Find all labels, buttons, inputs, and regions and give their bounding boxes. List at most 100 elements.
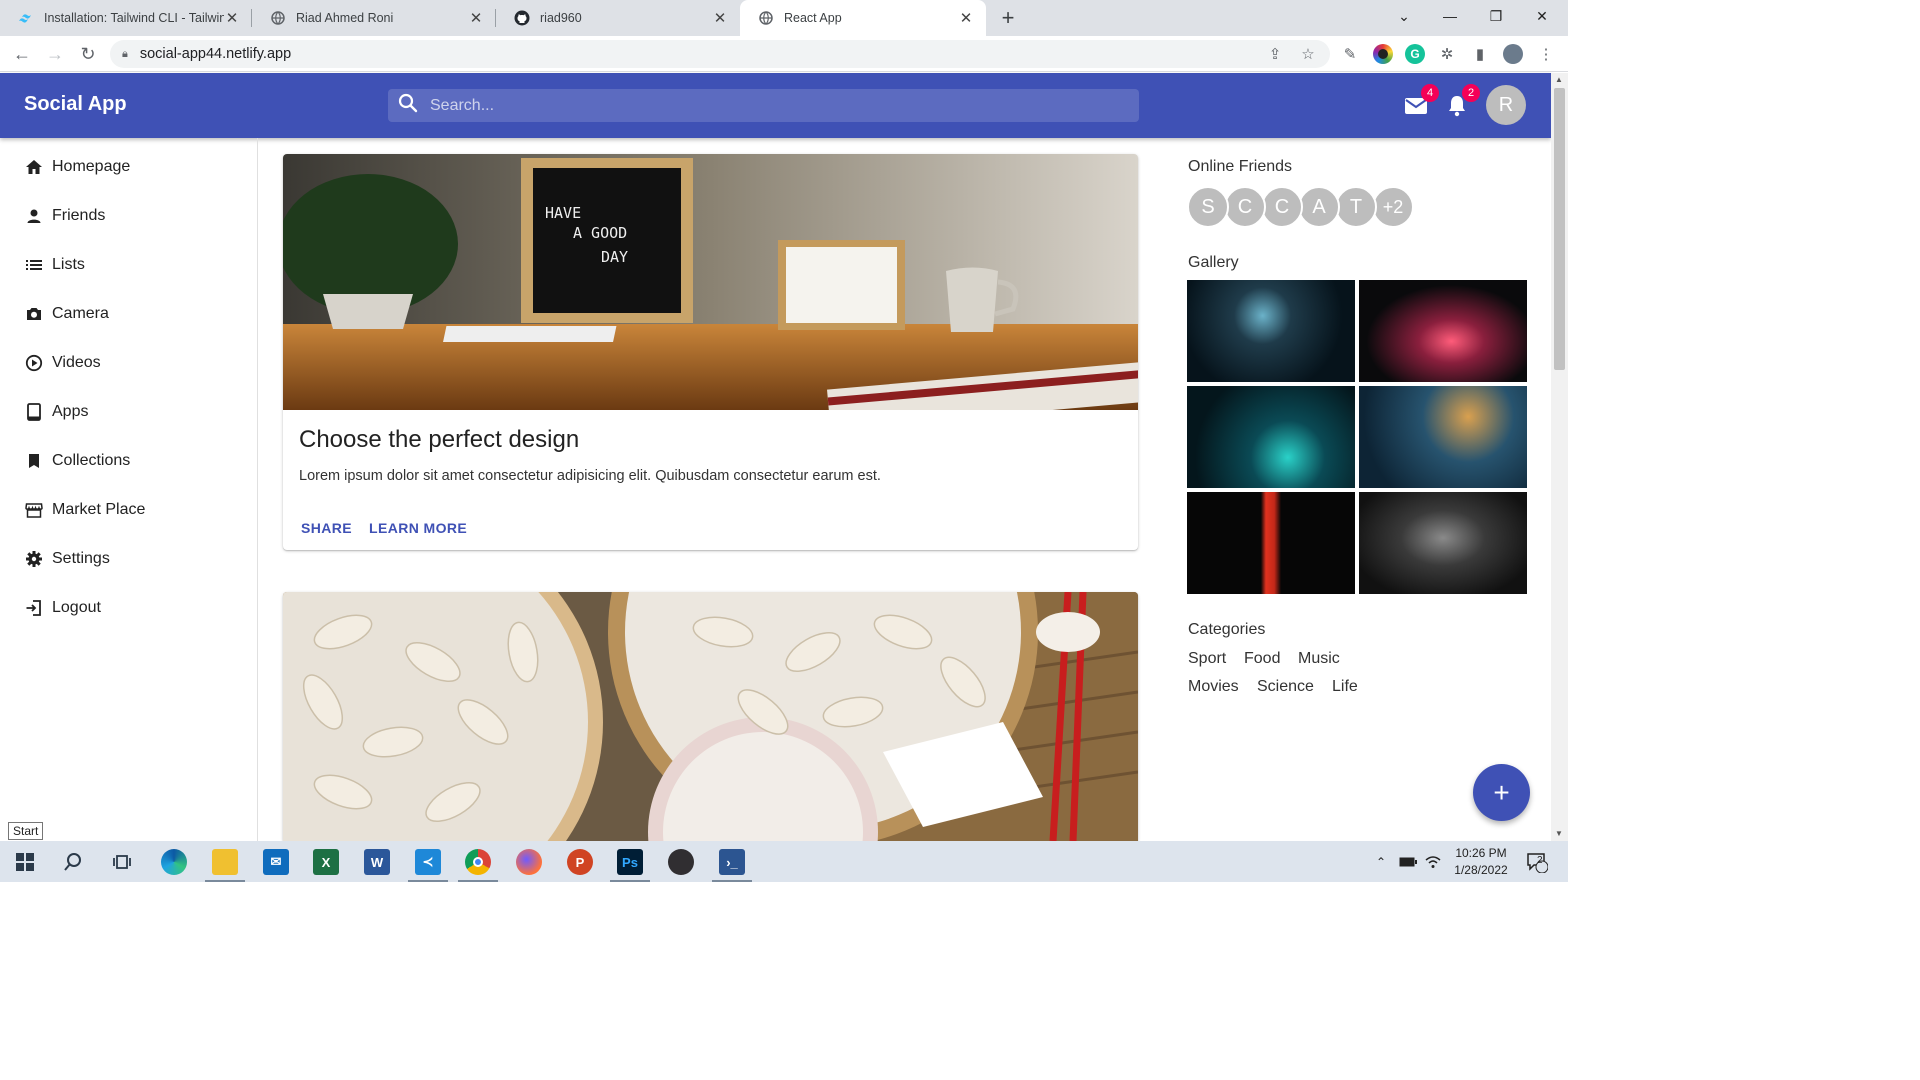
- powershell-icon[interactable]: ›_: [719, 849, 745, 875]
- page-scrollbar[interactable]: ▲ ▼: [1551, 73, 1568, 841]
- excel-icon[interactable]: X: [313, 849, 339, 875]
- post-image: [283, 592, 1138, 841]
- letterboard-line-3: DAY: [601, 248, 628, 266]
- sidebar-item-homepage[interactable]: Homepage: [24, 153, 130, 181]
- window-close-icon[interactable]: ✕: [1519, 0, 1565, 32]
- tab-title: Installation: Tailwind CLI - Tailwind: [44, 11, 224, 25]
- color-picker-extension-icon[interactable]: [1373, 44, 1393, 64]
- bookmark-star-icon[interactable]: ☆: [1298, 44, 1318, 64]
- browser-tab-tailwind[interactable]: Installation: Tailwind CLI - Tailwind ✕: [0, 0, 252, 36]
- reload-icon[interactable]: ↻: [76, 42, 100, 66]
- letterboard-line-1: HAVE: [545, 204, 581, 222]
- menu-dots-icon[interactable]: ⋮: [1536, 44, 1556, 64]
- forward-icon[interactable]: →: [43, 42, 67, 66]
- avatar[interactable]: S: [1187, 186, 1229, 228]
- sidebar-item-label: Lists: [52, 256, 85, 273]
- storefront-icon: [24, 500, 44, 520]
- brand-title[interactable]: Social App: [24, 93, 127, 116]
- eyedropper-icon[interactable]: ✎: [1340, 44, 1360, 64]
- vscode-icon[interactable]: ≺: [415, 849, 441, 875]
- new-tab-icon[interactable]: +: [996, 5, 1020, 30]
- scroll-up-icon[interactable]: ▲: [1555, 75, 1563, 84]
- category-link[interactable]: Food: [1244, 650, 1280, 668]
- close-icon[interactable]: ✕: [958, 10, 974, 27]
- wifi-icon[interactable]: [1425, 841, 1441, 882]
- learn-more-button[interactable]: LEARN MORE: [363, 516, 473, 540]
- minimize-icon[interactable]: —: [1427, 0, 1473, 32]
- obs-icon[interactable]: [668, 849, 694, 875]
- browser-tab-riad[interactable]: Riad Ahmed Roni ✕: [252, 0, 496, 36]
- gallery-image[interactable]: [1359, 386, 1527, 488]
- side-panel-icon[interactable]: ▮: [1470, 44, 1490, 64]
- gallery-image[interactable]: [1359, 492, 1527, 594]
- gallery-image[interactable]: [1187, 492, 1355, 594]
- photoshop-label: Ps: [622, 854, 638, 870]
- windows-start-icon[interactable]: [12, 849, 38, 875]
- scroll-down-icon[interactable]: ▼: [1555, 829, 1563, 838]
- back-icon[interactable]: ←: [10, 42, 34, 66]
- photoshop-icon[interactable]: Ps: [617, 849, 643, 875]
- sidebar-item-lists[interactable]: Lists: [24, 251, 85, 279]
- firefox-icon[interactable]: [516, 849, 542, 875]
- mail-icon[interactable]: ✉: [263, 849, 289, 875]
- battery-icon[interactable]: [1399, 841, 1417, 882]
- sidebar-item-apps[interactable]: Apps: [24, 398, 88, 426]
- sidebar-item-logout[interactable]: Logout: [24, 594, 101, 622]
- profile-avatar-icon[interactable]: [1503, 44, 1523, 64]
- post-body: Lorem ipsum dolor sit amet consectetur a…: [299, 468, 881, 484]
- category-link[interactable]: Life: [1332, 678, 1358, 696]
- gallery-image[interactable]: [1187, 280, 1355, 382]
- sidebar-item-label: Logout: [52, 599, 101, 616]
- browser-tab-github[interactable]: riad960 ✕: [496, 0, 740, 36]
- gallery-image[interactable]: [1359, 280, 1527, 382]
- sidebar-item-settings[interactable]: Settings: [24, 545, 110, 573]
- tab-search-icon[interactable]: ⌄: [1381, 0, 1427, 32]
- action-center-icon[interactable]: 2: [1526, 841, 1548, 882]
- avatar[interactable]: A: [1298, 186, 1340, 228]
- category-link[interactable]: Science: [1257, 678, 1314, 696]
- share-icon[interactable]: ⇪: [1265, 44, 1285, 64]
- avatar[interactable]: C: [1261, 186, 1303, 228]
- sidebar-item-friends[interactable]: Friends: [24, 202, 105, 230]
- notifications-button[interactable]: 2: [1444, 84, 1480, 119]
- file-explorer-icon[interactable]: [212, 849, 238, 875]
- category-link[interactable]: Music: [1298, 650, 1340, 668]
- powerpoint-icon[interactable]: P: [567, 849, 593, 875]
- camera-icon: [24, 304, 44, 324]
- sidebar-item-camera[interactable]: Camera: [24, 300, 109, 328]
- edge-icon[interactable]: [161, 849, 187, 875]
- avatar-overflow-count[interactable]: +2: [1372, 186, 1414, 228]
- close-icon[interactable]: ✕: [712, 10, 728, 27]
- avatar[interactable]: C: [1224, 186, 1266, 228]
- tab-title: riad960: [540, 11, 582, 25]
- share-button[interactable]: SHARE: [295, 516, 358, 540]
- add-post-button[interactable]: +: [1473, 764, 1530, 821]
- sidebar-item-collections[interactable]: Collections: [24, 447, 130, 475]
- scrollbar-thumb[interactable]: [1554, 88, 1565, 370]
- close-icon[interactable]: ✕: [224, 10, 240, 27]
- mail-button[interactable]: 4: [1403, 84, 1439, 119]
- word-label: W: [370, 854, 384, 870]
- gallery-image[interactable]: [1187, 386, 1355, 488]
- tablet-icon: [24, 402, 44, 422]
- browser-tab-react-app[interactable]: React App ✕: [740, 0, 986, 36]
- grammarly-icon[interactable]: G: [1405, 44, 1425, 64]
- sidebar-item-videos[interactable]: Videos: [24, 349, 101, 377]
- extensions-puzzle-icon[interactable]: ✲: [1437, 44, 1457, 64]
- search-icon[interactable]: [60, 849, 86, 875]
- system-clock[interactable]: 10:26 PM 1/28/2022: [1448, 845, 1514, 879]
- search-input[interactable]: [430, 96, 1110, 115]
- avatar[interactable]: R: [1486, 85, 1526, 125]
- close-icon[interactable]: ✕: [468, 10, 484, 27]
- tray-overflow-icon[interactable]: ⌃: [1376, 841, 1386, 882]
- restore-icon[interactable]: ❐: [1473, 0, 1519, 32]
- sidebar-item-market-place[interactable]: Market Place: [24, 496, 145, 524]
- word-icon[interactable]: W: [364, 849, 390, 875]
- task-view-icon[interactable]: [109, 849, 135, 875]
- category-link[interactable]: Sport: [1188, 650, 1226, 668]
- category-link[interactable]: Movies: [1188, 678, 1239, 696]
- chrome-icon[interactable]: [465, 849, 491, 875]
- lock-icon: 🔒︎: [122, 47, 128, 60]
- url-field[interactable]: 🔒︎ social-app44.netlify.app: [110, 40, 1330, 68]
- avatar[interactable]: T: [1335, 186, 1377, 228]
